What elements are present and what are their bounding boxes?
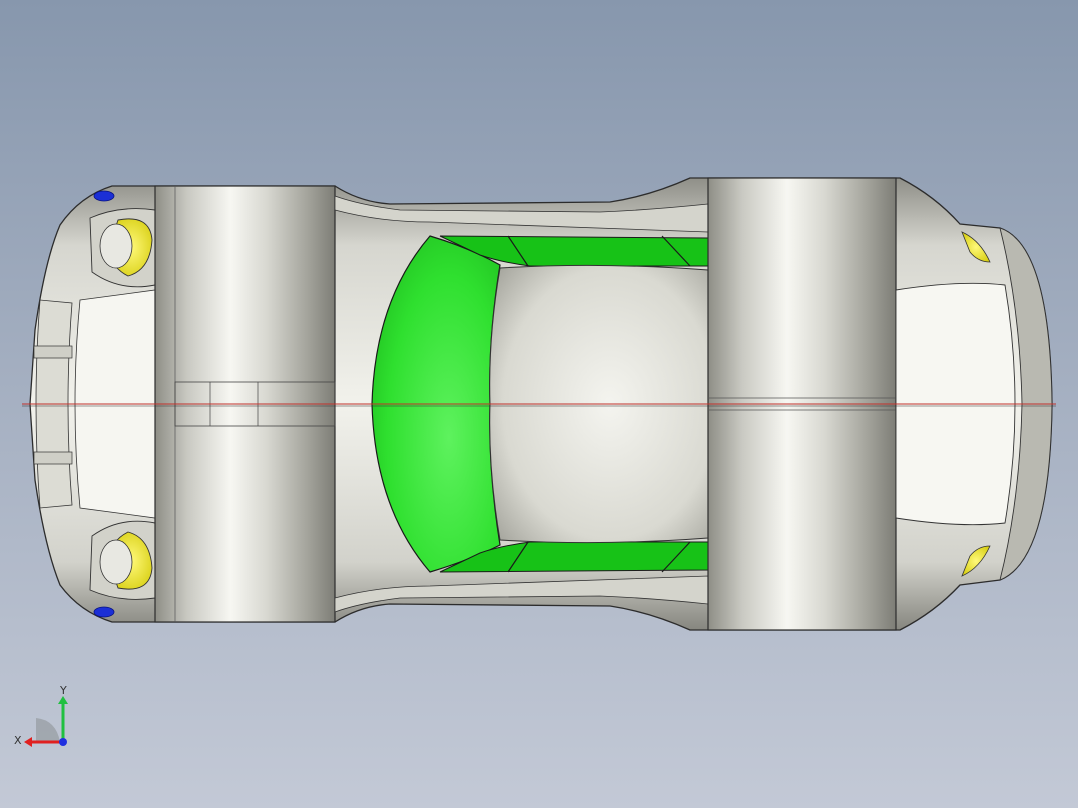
headlight-bulb-top xyxy=(99,223,133,269)
z-axis-dot xyxy=(59,738,67,746)
headlight-bulb-bottom xyxy=(99,539,133,585)
axis-triad: Y X xyxy=(14,684,68,747)
grille-slot-bottom xyxy=(33,451,73,465)
x-axis-label: X xyxy=(14,734,22,747)
grille-slot-top xyxy=(33,345,73,359)
marker-top xyxy=(93,190,115,202)
triad-plane-icon xyxy=(36,718,60,742)
cad-viewport[interactable] xyxy=(0,0,1078,808)
y-axis-label: Y xyxy=(59,684,67,697)
marker-bottom xyxy=(93,606,115,618)
